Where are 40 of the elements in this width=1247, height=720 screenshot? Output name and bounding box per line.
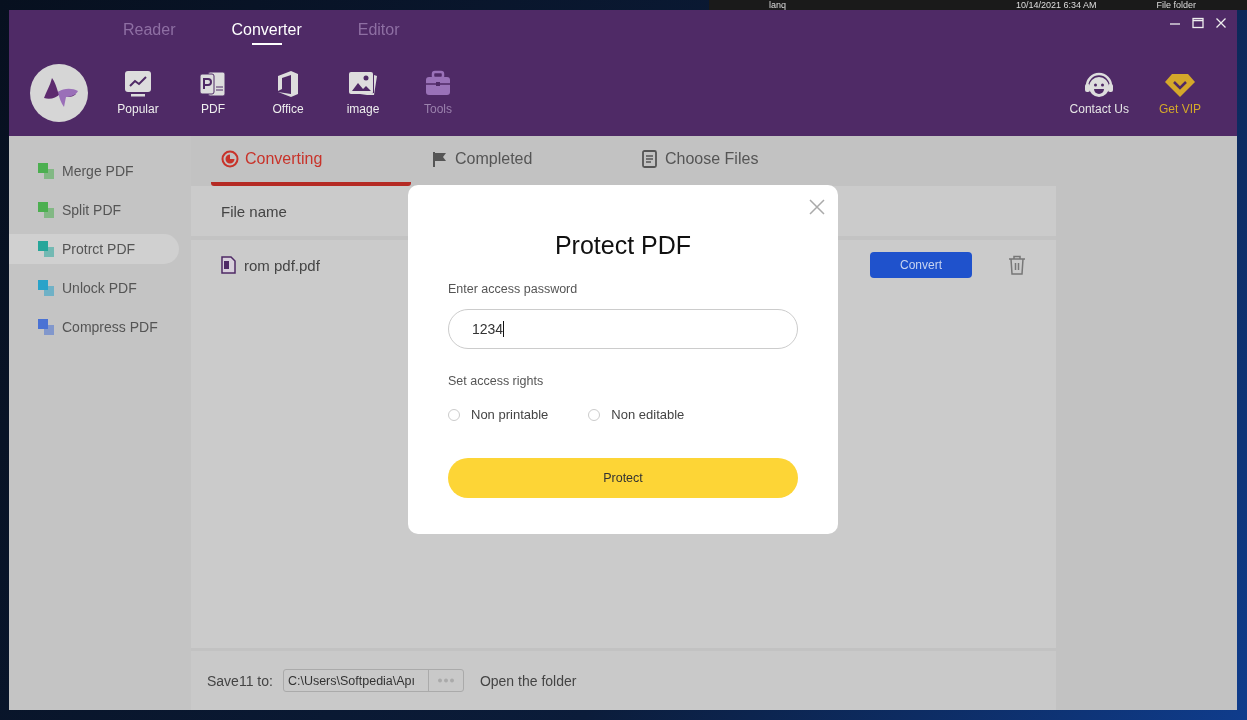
toolbar-button[interactable]: image: [333, 69, 393, 116]
convert-button[interactable]: Convert: [870, 252, 972, 278]
mode-tab[interactable]: Editor: [349, 15, 408, 45]
sidebar-item[interactable]: Merge PDF: [9, 156, 179, 186]
date-text: 10/14/2021 6:34 AM: [1016, 0, 1097, 10]
app-logo-icon: [30, 63, 88, 122]
option-label: Non printable: [471, 407, 549, 422]
file-name: rom pdf.pdf: [244, 256, 320, 274]
option-label: Non editable: [611, 407, 685, 422]
content-tab[interactable]: Completed: [421, 136, 621, 186]
progress-icon: [221, 150, 239, 168]
type-text: File folder: [1156, 0, 1197, 10]
password-label: Enter access password: [448, 282, 579, 296]
content-tab[interactable]: Choose Files: [631, 136, 831, 186]
list-document-icon: [641, 150, 659, 168]
sidebar-item[interactable]: Unlock PDF: [9, 273, 179, 303]
toolbar-button[interactable]: PDF: [183, 69, 243, 116]
header-action-button[interactable]: Get VIP: [1150, 69, 1209, 116]
pdf-document-icon: [198, 69, 228, 99]
open-folder-link[interactable]: Open the folder: [479, 672, 577, 689]
sidebar-item[interactable]: Split PDF: [9, 195, 179, 225]
mode-tab[interactable]: Reader: [115, 15, 184, 45]
toolbar-button[interactable]: Office: [258, 69, 318, 116]
rights-label: Set access rights: [448, 374, 545, 388]
sidebar-item[interactable]: Protrct PDF: [9, 234, 179, 264]
toolbar-button[interactable]: Popular: [108, 69, 168, 116]
flag-icon: [431, 150, 449, 168]
column-header: File name: [221, 202, 287, 220]
path-field[interactable]: C:\Users\Softpedia\Apı: [282, 669, 464, 692]
mode-tab[interactable]: Converter: [223, 15, 310, 45]
protect-button[interactable]: Protect: [448, 458, 798, 498]
sidebar-item[interactable]: Compress PDF: [9, 312, 179, 342]
folder-name: lanq: [769, 0, 786, 10]
pdf-file-icon: [221, 256, 236, 274]
maximize-icon[interactable]: [1192, 17, 1204, 29]
header-action-button[interactable]: Contact Us: [1061, 69, 1137, 116]
save-label: Save11 to:: [207, 672, 273, 689]
dialog-title: Protect PDF: [553, 231, 693, 260]
chart-monitor-icon: [123, 69, 153, 99]
trash-icon[interactable]: [1008, 255, 1026, 275]
